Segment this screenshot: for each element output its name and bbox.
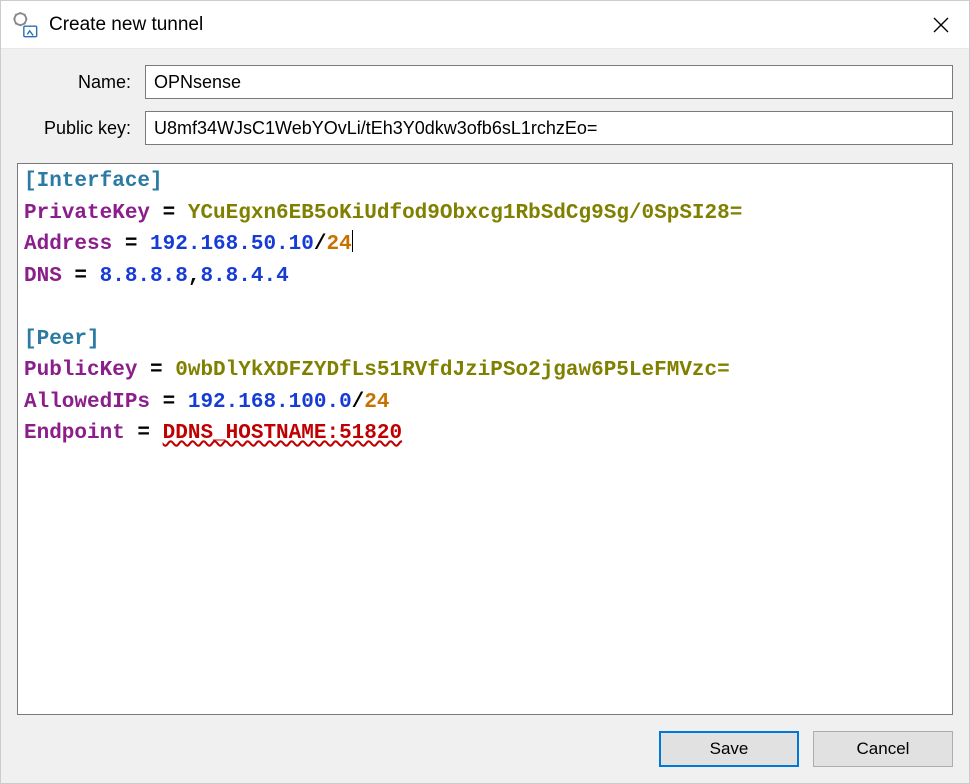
- peer-header: [Peer]: [24, 328, 100, 351]
- name-label: Name:: [17, 72, 145, 93]
- dns1: 8.8.8.8: [100, 265, 188, 288]
- peer-publickey-value: 0wbDlYkXDFZYDfLs51RVfdJziPSo2jgaw6P5LeFM…: [175, 359, 730, 382]
- privatekey-key: PrivateKey: [24, 202, 150, 225]
- pubkey-label: Public key:: [17, 118, 145, 139]
- dialog-window: Create new tunnel Name: Public key: [Int…: [0, 0, 970, 784]
- config-editor[interactable]: [Interface] PrivateKey = YCuEgxn6EB5oKiU…: [17, 163, 953, 715]
- interface-header: [Interface]: [24, 170, 163, 193]
- pubkey-row: Public key:: [17, 111, 953, 145]
- window-title: Create new tunnel: [49, 14, 913, 36]
- privatekey-value: YCuEgxn6EB5oKiUdfod9Obxcg1RbSdCg9Sg/0SpS…: [188, 202, 743, 225]
- titlebar: Create new tunnel: [1, 1, 969, 49]
- allowedips-key: AllowedIPs: [24, 391, 150, 414]
- address-mask: 24: [326, 233, 351, 256]
- name-row: Name:: [17, 65, 953, 99]
- peer-publickey-key: PublicKey: [24, 359, 137, 382]
- cancel-button[interactable]: Cancel: [813, 731, 953, 767]
- address-ip: 192.168.50.10: [150, 233, 314, 256]
- button-row: Save Cancel: [17, 715, 953, 767]
- name-input[interactable]: [145, 65, 953, 99]
- allowedips-mask: 24: [364, 391, 389, 414]
- pubkey-input[interactable]: [145, 111, 953, 145]
- close-button[interactable]: [913, 1, 969, 49]
- dns2: 8.8.4.4: [200, 265, 288, 288]
- endpoint-key: Endpoint: [24, 422, 125, 445]
- allowedips-ip: 192.168.100.0: [188, 391, 352, 414]
- address-key: Address: [24, 233, 112, 256]
- client-area: Name: Public key: [Interface] PrivateKey…: [1, 49, 969, 783]
- text-caret: [352, 230, 353, 252]
- endpoint-value: DDNS_HOSTNAME:51820: [163, 422, 402, 445]
- app-icon: [11, 11, 39, 39]
- save-button[interactable]: Save: [659, 731, 799, 767]
- dns-key: DNS: [24, 265, 62, 288]
